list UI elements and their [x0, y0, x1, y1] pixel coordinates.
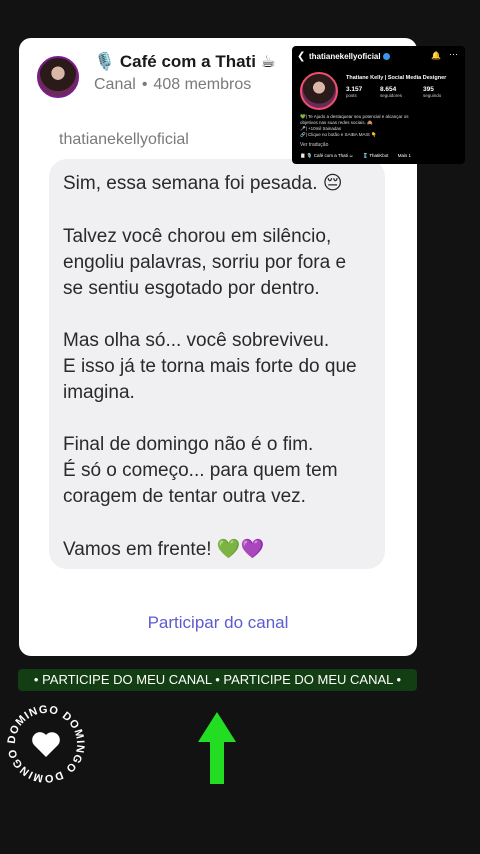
message-sender: thatianekellyoficial	[59, 131, 189, 148]
join-banner[interactable]: • PARTICIPE DO MEU CANAL • PARTICIPE DO …	[18, 669, 417, 691]
profile-username: thatianekellyoficial	[309, 52, 390, 61]
channel-avatar[interactable]	[37, 56, 79, 98]
profile-avatar[interactable]	[300, 72, 338, 110]
message-line: engoliu palavras, sorriu por fora e	[63, 252, 347, 273]
channel-title[interactable]: 🎙️ Café com a Thati ☕	[94, 52, 276, 72]
link-channel[interactable]: 📋 🎙️ Café com a Thati ☕	[300, 153, 353, 158]
verified-icon	[382, 53, 390, 61]
message-line: Sim, essa semana foi pesada. 😔	[63, 173, 343, 194]
arrow-up-icon	[198, 712, 236, 784]
link-more[interactable]: Mais 1	[398, 153, 411, 158]
message-line: coragem de tentar outra vez.	[63, 486, 306, 507]
heart-icon	[32, 732, 60, 757]
translate-link[interactable]: Ver tradução	[300, 142, 328, 148]
message-line: imagina.	[63, 382, 135, 403]
instagram-profile-overlay: ❮ thatianekellyoficial 🔔 ··· Thatiane Ke…	[292, 46, 465, 164]
message-line: E isso já te torna mais forte do que	[63, 356, 357, 377]
message-line: Talvez você chorou em silêncio,	[63, 226, 332, 247]
link-bot[interactable]: 🧵 ThatiKbot	[362, 153, 388, 158]
domingo-heart-stamp: DOMINGO DOMINGO DOMINGO	[6, 704, 85, 784]
message-line: Mas olha só... você sobreviveu.	[63, 330, 330, 351]
stat-posts[interactable]: 3.157 posts	[346, 86, 362, 98]
stat-following[interactable]: 395 seguindo	[423, 86, 441, 98]
message-line: Final de domingo não é o fim.	[63, 434, 314, 455]
message-bubble: Sim, essa semana foi pesada. 😔 Talvez vo…	[49, 159, 385, 569]
message-line: Vamos em frente! 💚💜	[63, 539, 265, 560]
profile-links: 📋 🎙️ Café com a Thati ☕ 🧵 ThatiKbot Mais…	[300, 153, 419, 159]
stat-followers[interactable]: 8.654 seguidores	[380, 86, 402, 98]
separator-dot: •	[141, 76, 148, 93]
message-line: se sentiu esgotado por dentro.	[63, 278, 320, 299]
message-line: É só o começo... para quem tem	[63, 460, 338, 481]
channel-members: 408 membros	[153, 76, 252, 93]
profile-display-name: Thatiane Kelly | Social Media Designer	[346, 75, 447, 81]
join-channel-button[interactable]: Participar do canal	[19, 613, 417, 633]
profile-bio: 💚| Te Ajudo a destaquear seu potencial e…	[300, 114, 409, 137]
chevron-left-icon[interactable]: ❮	[297, 51, 305, 62]
more-icon[interactable]: ···	[449, 49, 458, 59]
bell-icon[interactable]: 🔔	[431, 51, 441, 60]
channel-type: Canal	[94, 76, 136, 93]
channel-subtitle: Canal • 408 membros	[94, 76, 251, 94]
